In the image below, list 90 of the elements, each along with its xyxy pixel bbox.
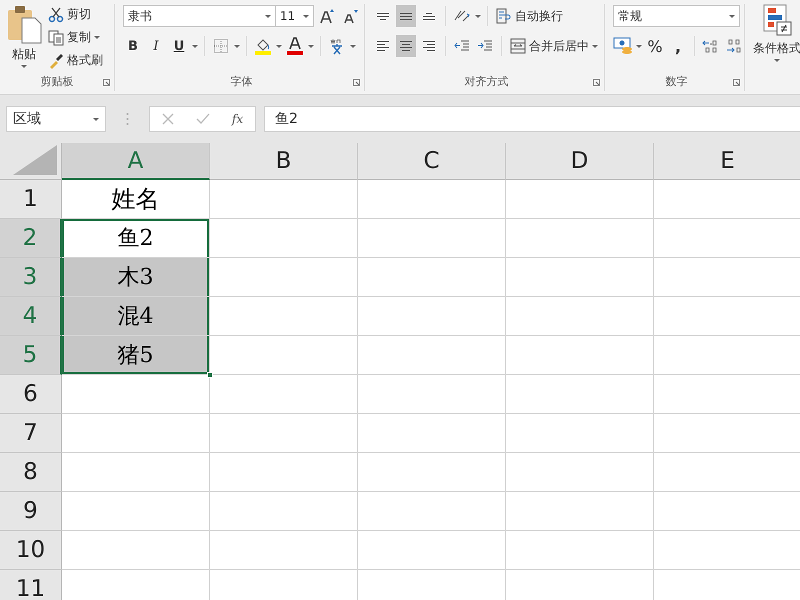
- caret-icon: [21, 65, 27, 68]
- caret-icon: [93, 118, 99, 120]
- clipboard-icon: [6, 4, 42, 44]
- percent-button[interactable]: %: [645, 35, 665, 57]
- copy-icon: [48, 30, 64, 46]
- merge-center-button[interactable]: 合并后居中: [508, 36, 600, 56]
- phonetic-guide-icon: [329, 37, 345, 55]
- table-cell: 猪5: [62, 336, 210, 375]
- row-header[interactable]: 1: [0, 180, 62, 219]
- decimal-arrow-right-icon: [725, 38, 743, 54]
- column-header[interactable]: B: [210, 143, 358, 180]
- row-header[interactable]: 10: [0, 531, 62, 570]
- align-lines-icon: [377, 12, 389, 20]
- row-header[interactable]: 6: [0, 375, 62, 414]
- align-lines-icon: [423, 12, 435, 20]
- cut-button[interactable]: 剪切: [46, 4, 105, 25]
- border-grid-icon: [213, 38, 229, 54]
- align-lines-icon: [400, 12, 412, 20]
- caret-icon: [303, 14, 309, 18]
- paste-button[interactable]: 粘贴: [4, 4, 44, 71]
- row-header[interactable]: 11: [0, 570, 62, 600]
- caret-icon: [192, 44, 198, 48]
- grip-dots-icon: [126, 112, 129, 126]
- font-size-dropdown[interactable]: 11: [274, 5, 314, 27]
- letter-a-down-icon: [342, 8, 358, 24]
- column-header[interactable]: E: [654, 143, 800, 180]
- row-header[interactable]: 8: [0, 453, 62, 492]
- align-lines-icon: [400, 41, 412, 51]
- align-lines-icon: [377, 41, 389, 51]
- row-header[interactable]: 9: [0, 492, 62, 531]
- comma-style-button[interactable]: ,: [668, 35, 688, 57]
- caret-icon: [774, 59, 780, 62]
- fill-handle[interactable]: [207, 372, 213, 378]
- column-header[interactable]: A: [62, 143, 210, 180]
- accounting-format-button[interactable]: [613, 35, 633, 57]
- caret-icon: [729, 14, 735, 18]
- paint-bucket-icon: [254, 37, 272, 55]
- caret-icon: [308, 44, 314, 48]
- dialog-launcher-icon: [593, 79, 600, 86]
- merge-cells-icon: [510, 38, 526, 54]
- dialog-launcher-icon: [103, 79, 110, 86]
- caret-icon: [475, 14, 481, 18]
- insert-function-button[interactable]: fx: [228, 108, 248, 130]
- caret-icon: [636, 44, 642, 48]
- vertical-align-button[interactable]: [396, 5, 416, 27]
- angled-text-icon: [453, 8, 471, 24]
- format-painter-button[interactable]: 格式刷: [46, 50, 105, 71]
- bold-button[interactable]: B: [123, 35, 143, 57]
- italic-button[interactable]: I: [146, 35, 166, 57]
- name-box[interactable]: 区域: [6, 106, 106, 132]
- letter-a-underline-icon: [286, 37, 304, 55]
- caret-icon: [234, 44, 240, 48]
- underline-button[interactable]: U: [169, 35, 189, 57]
- group-label: 对齐方式: [464, 74, 508, 88]
- wrap-text-button[interactable]: 自动换行: [494, 6, 565, 26]
- align-lines-icon: [423, 41, 435, 51]
- dialog-launcher-icon: [733, 79, 740, 86]
- row-header[interactable]: 4: [0, 297, 62, 336]
- table-cell: 木3: [62, 258, 210, 297]
- close-icon: [162, 113, 174, 125]
- checkmark-icon: [196, 113, 210, 125]
- row-header[interactable]: 3: [0, 258, 62, 297]
- dialog-launcher-icon: [353, 79, 360, 86]
- caret-icon: [94, 36, 100, 39]
- column-header[interactable]: C: [358, 143, 506, 180]
- scissors-icon: [48, 6, 64, 22]
- row-header[interactable]: 7: [0, 414, 62, 453]
- row-header[interactable]: 2: [0, 219, 62, 258]
- number-format-dropdown[interactable]: 常规: [613, 5, 740, 27]
- group-label: 剪贴板: [40, 74, 74, 88]
- corner-triangle-icon: [13, 145, 57, 175]
- formula-input[interactable]: 鱼2: [264, 106, 800, 132]
- font-color-button[interactable]: [285, 35, 305, 57]
- caret-icon: [592, 44, 598, 48]
- column-header[interactable]: D: [506, 143, 654, 180]
- caret-icon: [264, 14, 271, 18]
- caret-icon: [276, 44, 282, 48]
- font-name-dropdown[interactable]: 隶书: [123, 5, 276, 27]
- table-cell: 混4: [62, 297, 210, 336]
- copy-button[interactable]: 复制: [46, 27, 105, 48]
- group-label: 字体: [230, 74, 252, 88]
- row-header[interactable]: 5: [0, 336, 62, 375]
- letter-a-up-icon: [319, 8, 335, 24]
- group-label: 数字: [666, 74, 688, 88]
- horizontal-align-button[interactable]: [396, 35, 416, 57]
- caret-icon: [350, 44, 356, 48]
- money-icon: [613, 37, 633, 55]
- wrap-text-icon: [496, 8, 512, 24]
- table-cell: 鱼2: [62, 219, 210, 258]
- paintbrush-icon: [48, 52, 64, 68]
